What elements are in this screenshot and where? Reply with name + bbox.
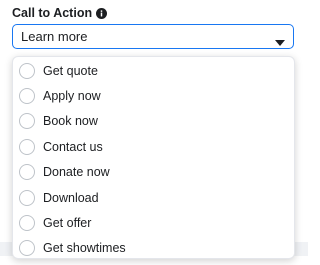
radio-icon[interactable] — [19, 215, 35, 232]
option-donate-now[interactable]: Donate now — [13, 160, 294, 185]
option-label: Get quote — [43, 63, 98, 78]
option-get-showtimes[interactable]: Get showtimes — [13, 236, 294, 258]
call-to-action-dropdown: Get quote Apply now Book now Contact us … — [12, 56, 295, 259]
selected-value: Learn more — [21, 29, 88, 44]
option-book-now[interactable]: Book now — [13, 109, 294, 134]
option-label: Contact us — [43, 139, 103, 154]
radio-icon[interactable] — [19, 88, 35, 105]
info-icon[interactable] — [96, 7, 108, 19]
radio-icon[interactable] — [19, 164, 35, 181]
option-contact-us[interactable]: Contact us — [13, 134, 294, 159]
option-get-offer[interactable]: Get offer — [13, 210, 294, 235]
option-label: Apply now — [43, 89, 101, 104]
radio-icon[interactable] — [19, 189, 35, 206]
field-label-row: Call to Action — [12, 6, 108, 20]
option-label: Download — [43, 190, 99, 205]
option-download[interactable]: Download — [13, 185, 294, 210]
radio-icon[interactable] — [19, 240, 35, 257]
caret-down-icon — [275, 34, 285, 46]
option-label: Get showtimes — [43, 241, 126, 256]
option-get-quote[interactable]: Get quote — [13, 58, 294, 83]
radio-icon[interactable] — [19, 62, 35, 79]
radio-icon[interactable] — [19, 138, 35, 155]
option-label: Donate now — [43, 165, 110, 180]
option-label: Get offer — [43, 216, 92, 231]
radio-icon[interactable] — [19, 113, 35, 130]
option-apply-now[interactable]: Apply now — [13, 83, 294, 108]
call-to-action-label: Call to Action — [12, 6, 93, 20]
option-label: Book now — [43, 114, 98, 129]
call-to-action-select[interactable]: Learn more — [12, 24, 294, 49]
